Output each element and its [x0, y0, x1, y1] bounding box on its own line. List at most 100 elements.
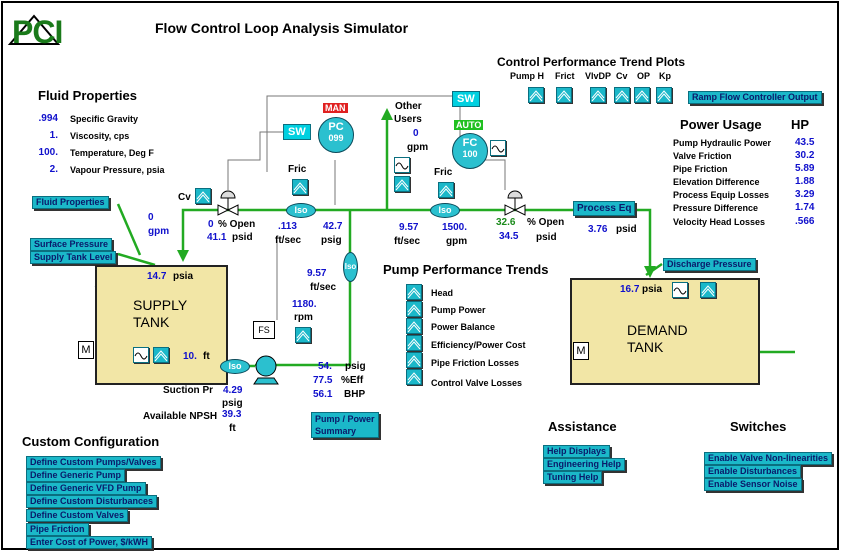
ramp-flow-controller-button[interactable]: Ramp Flow Controller Output	[688, 91, 822, 104]
pump-discharge-value[interactable]: 54.	[318, 361, 332, 372]
define-generic-pump-button[interactable]: Define Generic Pump	[26, 469, 126, 482]
trend-head-icon[interactable]	[406, 284, 422, 300]
help-displays-button[interactable]: Help Displays	[543, 445, 611, 458]
trend-efficiency-icon[interactable]	[406, 335, 422, 351]
cost-of-power-button[interactable]: Enter Cost of Power, $/kWH	[26, 536, 153, 549]
trend-label-cv: Cv	[616, 71, 628, 81]
pressure-controller[interactable]: PC 099	[318, 117, 354, 153]
pipe2-fric-icon[interactable]	[438, 182, 454, 198]
iso-valve-1[interactable]: Iso	[286, 203, 316, 218]
pump-bhp-value[interactable]: 56.1	[313, 389, 332, 400]
arrow-supply-level	[117, 252, 156, 267]
define-custom-pumps-button[interactable]: Define Custom Pumps/Valves	[26, 456, 161, 469]
trend-cv-icon[interactable]	[614, 87, 630, 103]
iso-valve-suction[interactable]: Iso	[220, 359, 250, 374]
right-valve-open-value[interactable]: 32.6	[496, 217, 515, 228]
pipe2-velocity-value[interactable]: 9.57	[399, 222, 418, 233]
fluid-value[interactable]: .994	[38, 113, 58, 124]
define-custom-valves-button[interactable]: Define Custom Valves	[26, 509, 129, 522]
enable-sensor-noise-button[interactable]: Enable Sensor Noise	[704, 478, 802, 491]
iso-valve-2[interactable]: Iso	[430, 203, 460, 218]
process-eq-unit: psid	[616, 224, 637, 235]
pipe1-pressure-value[interactable]: 42.7	[323, 221, 342, 232]
pipe3-velocity-value[interactable]: 9.57	[307, 268, 326, 279]
npsh-value[interactable]: 39.3	[222, 409, 241, 420]
flow-switch[interactable]: FS	[253, 321, 275, 339]
demand-pressure-unit: psia	[642, 284, 663, 295]
cv-trend-icon[interactable]	[195, 188, 211, 204]
left-valve-open-value[interactable]: 0	[208, 219, 214, 230]
supply-tank-trend-icon[interactable]	[133, 347, 149, 363]
fluid-value[interactable]: 2.	[38, 164, 58, 175]
supply-pressure-value[interactable]: 14.7	[147, 271, 166, 282]
left-valve-psid-value[interactable]: 41.1	[207, 232, 226, 243]
iso-valve-3[interactable]: Iso	[343, 252, 358, 282]
pipe-to-demand	[550, 208, 652, 268]
pipe1-fric-icon[interactable]	[292, 179, 308, 195]
pump-power-summary-button[interactable]: Pump / Power Summary	[311, 412, 379, 438]
discharge-pressure-button[interactable]: Discharge Pressure	[663, 258, 756, 271]
engineering-help-button[interactable]: Engineering Help	[543, 458, 626, 471]
flow-controller[interactable]: FC 100	[452, 133, 488, 169]
pump-body	[253, 355, 279, 385]
pump-trend-label: Head	[431, 288, 454, 298]
surface-pressure-button[interactable]: Surface Pressure	[30, 238, 113, 251]
other-users-wave-icon[interactable]	[394, 157, 410, 173]
power-value: 1.74	[795, 202, 815, 213]
other-users-chart-icon[interactable]	[394, 176, 410, 192]
trend-vlvdp-icon[interactable]	[590, 87, 606, 103]
trend-control-valve-icon[interactable]	[406, 369, 422, 385]
define-custom-disturbances-button[interactable]: Define Custom Disturbances	[26, 495, 158, 508]
trend-power-balance-icon[interactable]	[406, 318, 422, 334]
trend-pump-h-icon[interactable]	[528, 87, 544, 103]
fluid-value[interactable]: 100.	[38, 147, 58, 158]
pipe1-velocity-value[interactable]: .113	[278, 221, 297, 232]
trend-op-icon[interactable]	[634, 87, 650, 103]
tuning-help-button[interactable]: Tuning Help	[543, 471, 603, 484]
trend-pipe-friction-icon[interactable]	[406, 352, 422, 368]
pump-trend-label: Power Balance	[431, 322, 496, 332]
suction-pressure-value[interactable]: 4.29	[223, 385, 242, 396]
supply-tank-chart-icon[interactable]	[153, 347, 169, 363]
pump-speed-icon[interactable]	[295, 327, 311, 343]
arrow-head-suction	[177, 250, 189, 262]
pipe2-flow-value[interactable]: 1500.	[442, 222, 467, 233]
sw-fc-button[interactable]: SW	[452, 91, 480, 107]
pump-rpm-value[interactable]: 1180.	[292, 299, 316, 310]
trend-kp-icon[interactable]	[656, 87, 672, 103]
pipe-friction-button[interactable]: Pipe Friction	[26, 523, 89, 536]
fluid-value[interactable]: 1.	[38, 130, 58, 141]
power-label: Velocity Head Losses	[673, 217, 766, 227]
right-valve-psid-value[interactable]: 34.5	[499, 231, 518, 242]
power-value: 3.29	[795, 189, 815, 200]
fc-tag: FC	[462, 137, 478, 149]
demand-tank-chart-icon[interactable]	[700, 282, 716, 298]
pump-efficiency-value[interactable]: 77.5	[313, 375, 332, 386]
fluid-properties-button[interactable]: Fluid Properties	[32, 196, 109, 209]
demand-motor[interactable]: M	[573, 342, 589, 360]
supply-tank-level-button[interactable]: Supply Tank Level	[30, 251, 117, 264]
trend-pump-power-icon[interactable]	[406, 301, 422, 317]
power-unit-heading: HP	[791, 117, 810, 132]
process-eq-button[interactable]: Process Eq	[573, 201, 636, 216]
other-users-value[interactable]: 0	[413, 128, 419, 139]
supply-motor[interactable]: M	[78, 341, 94, 359]
arrow-head-demand	[644, 266, 656, 278]
enable-valve-nonlinearities-button[interactable]: Enable Valve Non-linearities	[704, 452, 833, 465]
man-indicator[interactable]: MAN	[323, 103, 348, 113]
fc-trend-icon[interactable]	[490, 140, 506, 156]
trend-frict-icon[interactable]	[556, 87, 572, 103]
supply-level-value[interactable]: 10.	[183, 351, 197, 362]
left-flow-value[interactable]: 0	[148, 212, 154, 223]
power-label: Process Equip Losses	[673, 190, 770, 200]
define-generic-vfd-pump-button[interactable]: Define Generic VFD Pump	[26, 482, 146, 495]
pump-discharge-unit: psig	[345, 361, 366, 372]
process-eq-value[interactable]: 3.76	[588, 224, 607, 235]
fluid-label: Viscosity, cps	[70, 131, 130, 141]
valve-right-body	[504, 190, 526, 216]
demand-tank-trend-icon[interactable]	[672, 282, 688, 298]
sw-pc-button[interactable]: SW	[283, 124, 311, 140]
auto-indicator[interactable]: AUTO	[454, 120, 484, 130]
demand-pressure-value[interactable]: 16.7	[620, 284, 639, 295]
enable-disturbances-button[interactable]: Enable Disturbances	[704, 465, 802, 478]
